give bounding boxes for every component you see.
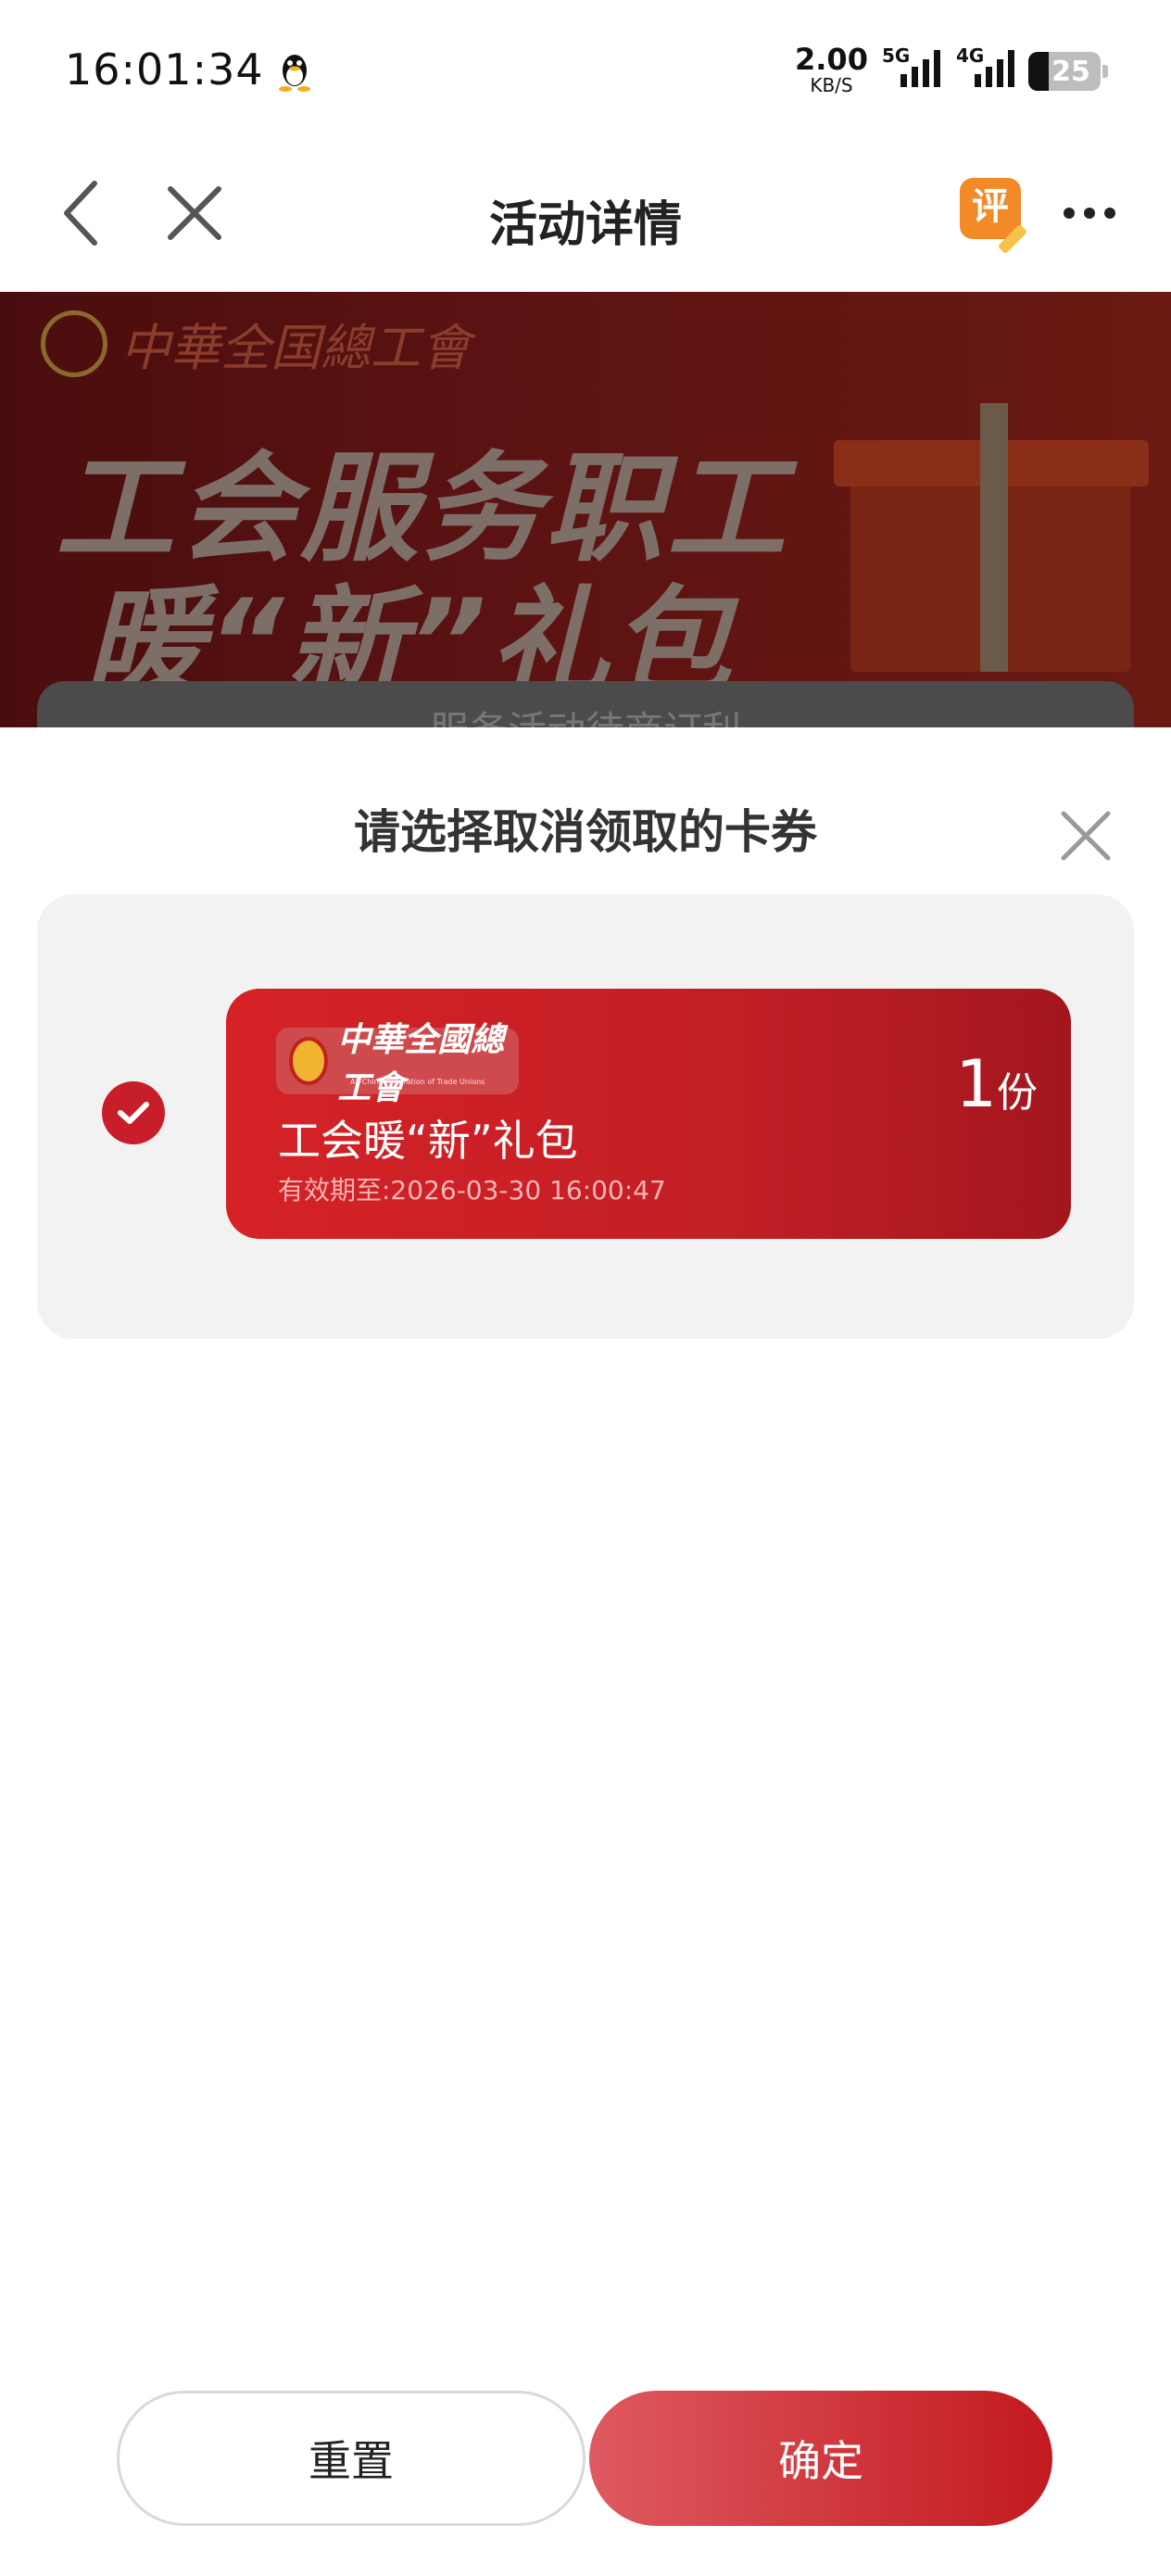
activity-banner: 中華全国總工會 工会服务职工 暖“新”礼包 服务活动待商订利 [0,292,1171,727]
coupon-quantity-unit: 份 [997,1069,1038,1117]
emblem-icon [41,309,107,377]
net-speed-unit: KB/S [810,74,853,96]
banner-card-text: 服务活动待商订利 [37,700,1134,727]
sheet-close-button[interactable] [1056,806,1115,865]
rate-icon: 评 [972,185,1009,228]
org-logo: 中華全国總工會 [41,307,471,380]
coupon-list: 中華全國總工會 All-China Federation of Trade Un… [37,894,1134,1339]
coupon-quantity-value: 1 [955,1046,997,1122]
coupon-quantity: 1份 [955,1046,1038,1122]
coupon-org-name: 中華全國總工會 [337,1020,505,1107]
nav-bar: 活动详情 评 [0,139,1171,292]
confirm-button-label: 确定 [778,2436,863,2486]
coupon-org-logo: 中華全國總工會 All-China Federation of Trade Un… [276,1020,519,1107]
emblem-icon [289,1037,329,1085]
confirm-button[interactable]: 确定 [589,2391,1052,2526]
coupon-name: 工会暖“新”礼包 [278,1116,578,1166]
more-button[interactable] [1052,176,1127,250]
status-bar: 16:01:34 2.00 KB/S 5G 4G 25 [0,0,1171,139]
banner-info-card: 服务活动待商订利 [37,681,1134,727]
check-icon [118,1102,149,1124]
org-name: 中華全国總工會 [120,319,471,377]
cancel-coupon-sheet: 请选择取消领取的卡券 中華全國總工會 All-China Federation … [0,749,1171,2576]
qq-penguin-icon [279,55,310,92]
sheet-title: 请选择取消领取的卡券 [354,805,817,859]
coupon-expiry: 有效期至:2026-03-30 16:00:47 [278,1175,666,1206]
coupon-checkbox[interactable] [102,1081,165,1144]
reset-button-label: 重置 [308,2436,394,2486]
battery-level: 25 [1051,56,1090,88]
more-icon [1064,208,1115,219]
net-speed-value: 2.00 [795,42,868,77]
status-time: 16:01:34 [65,44,264,95]
net-speed: 2.00 KB/S [795,44,868,95]
battery-icon: 25 [1028,52,1108,91]
rate-button[interactable]: 评 [960,178,1028,255]
gift-box-ribbon [980,403,1008,672]
coupon-card[interactable]: 中華全國總工會 All-China Federation of Trade Un… [226,989,1071,1239]
coupon-org-subtitle: All-China Federation of Trade Unions [350,1078,485,1086]
reset-button[interactable]: 重置 [117,2391,586,2526]
